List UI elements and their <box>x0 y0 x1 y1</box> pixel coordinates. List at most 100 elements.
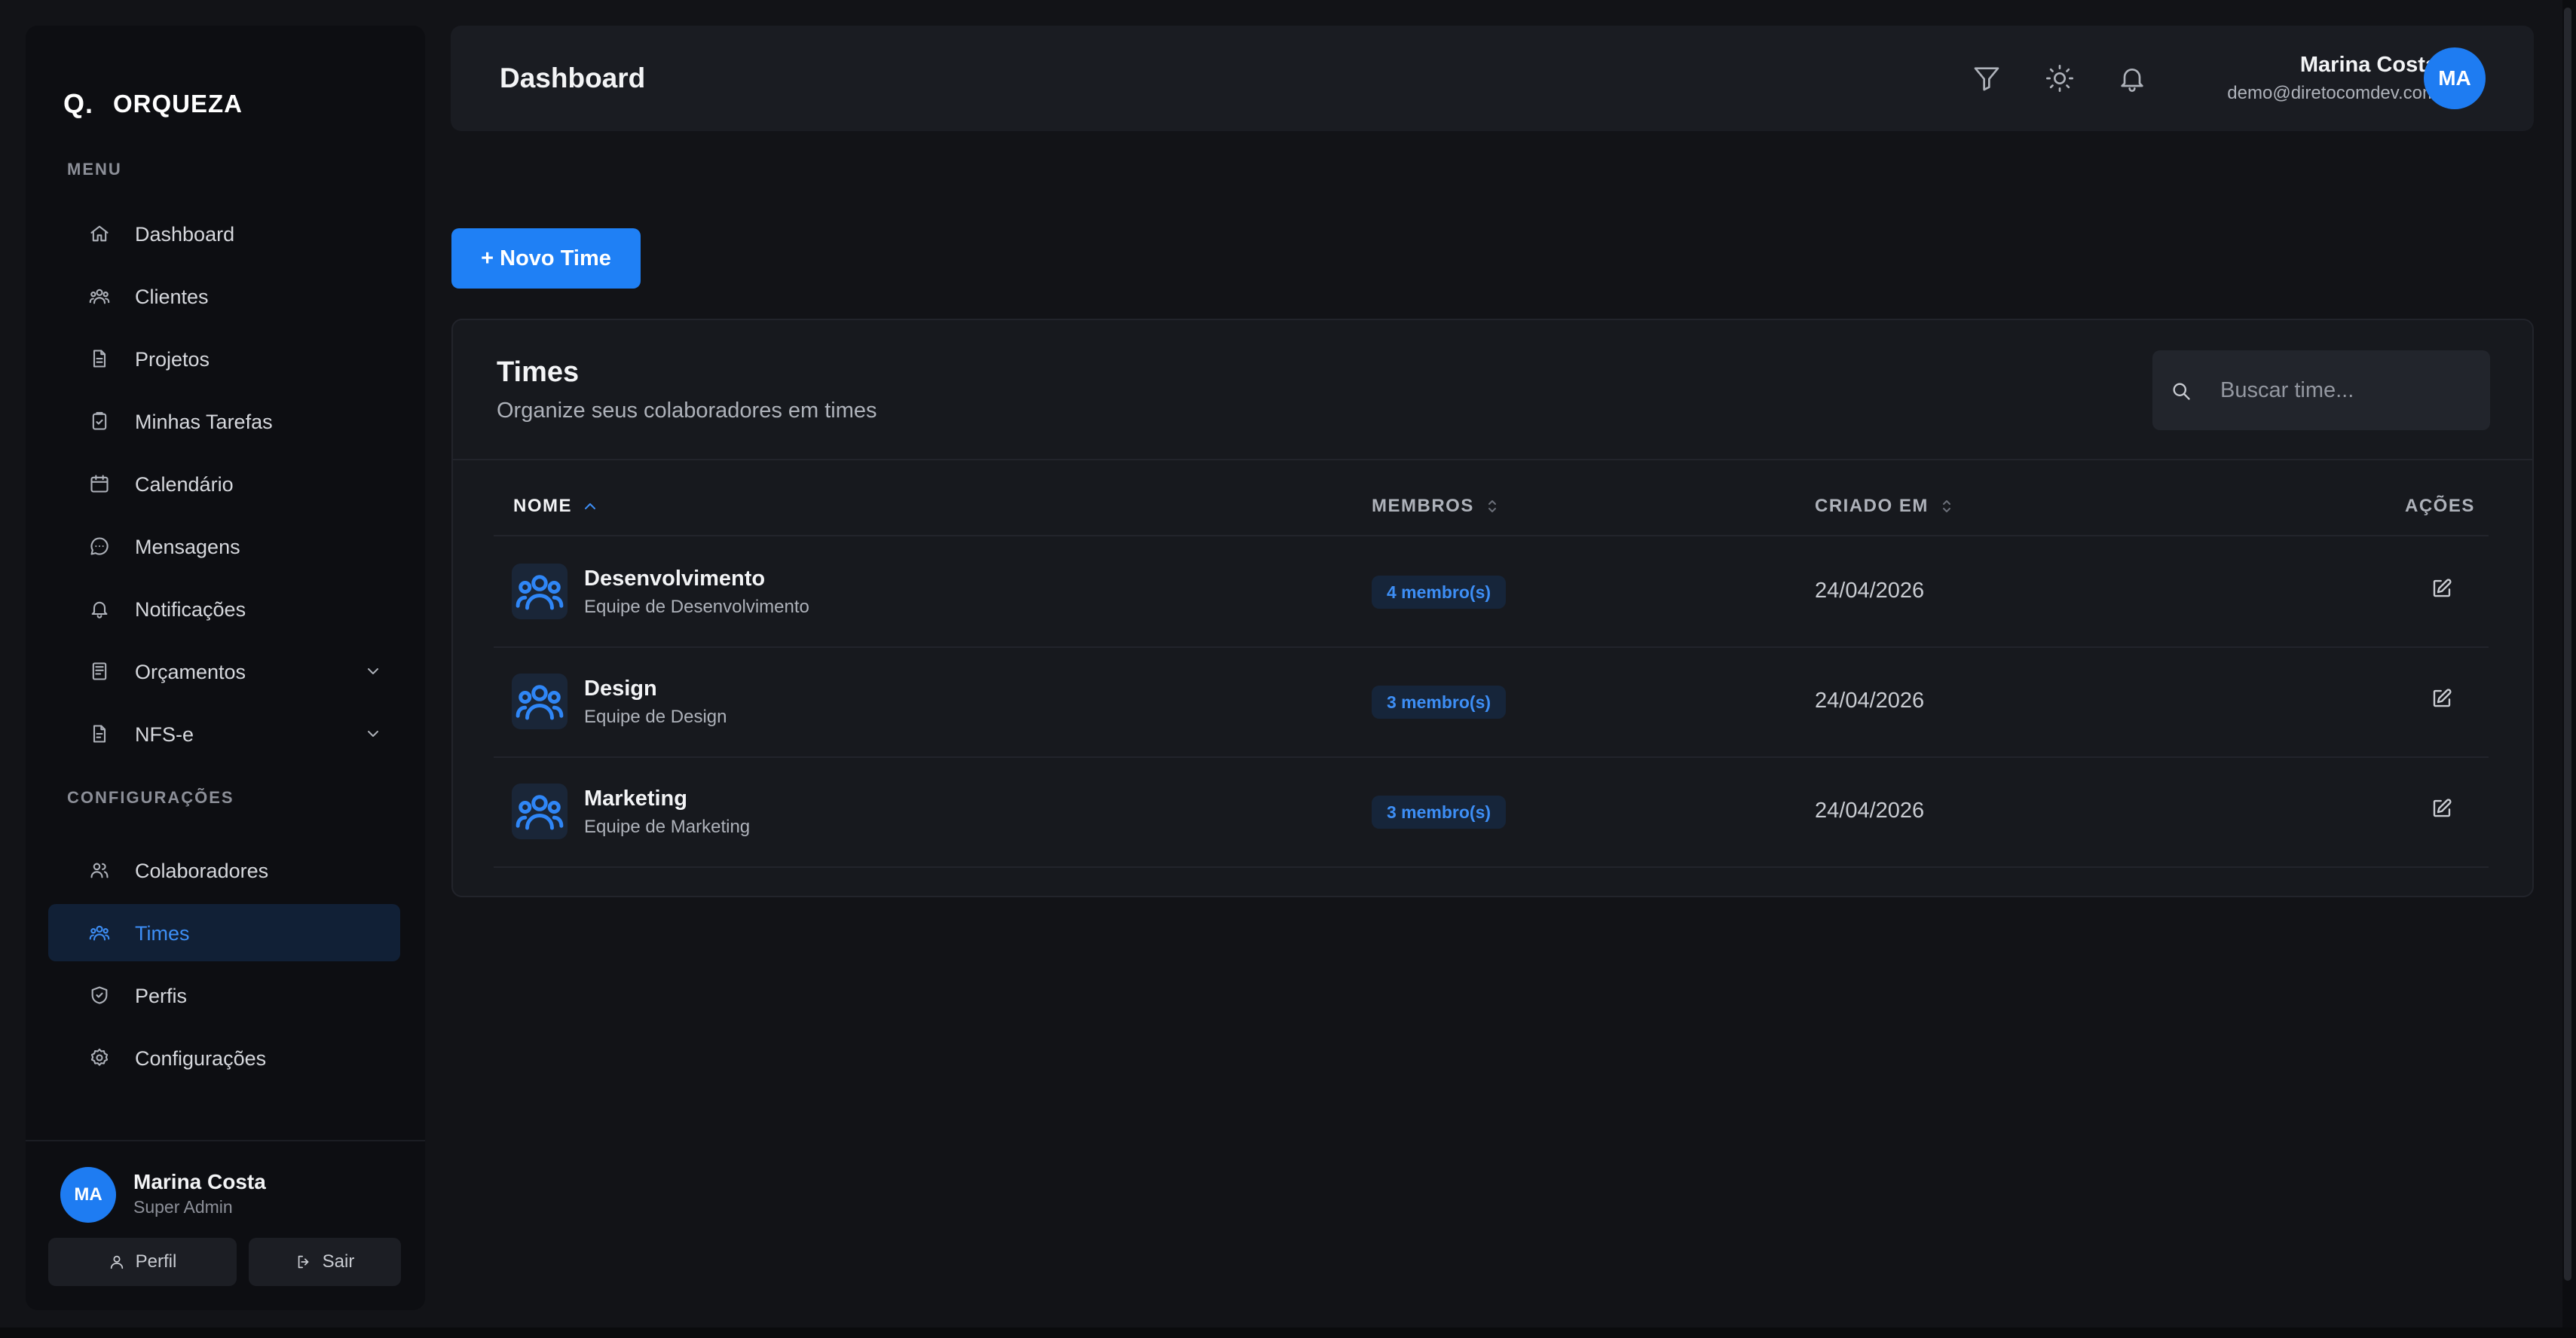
calendar-icon <box>89 473 110 494</box>
team-avatar <box>512 674 568 729</box>
profile-button[interactable]: Perfil <box>48 1238 237 1286</box>
bell-icon <box>89 598 110 619</box>
team-icon <box>89 922 110 943</box>
sidebar-item-dashboard[interactable]: Dashboard <box>48 205 400 262</box>
sidebar-item-configuracoes[interactable]: Configurações <box>48 1029 400 1086</box>
receipt-icon <box>89 661 110 682</box>
sidebar-item-projetos[interactable]: Projetos <box>48 330 400 387</box>
sidebar-item-label: Orçamentos <box>135 661 246 683</box>
sidebar-item-label: Perfis <box>135 985 188 1007</box>
sidebar-item-minhas-tarefas[interactable]: Minhas Tarefas <box>48 393 400 450</box>
sidebar-item-label: Clientes <box>135 286 209 308</box>
search-input[interactable] <box>2220 350 2477 430</box>
bell-icon[interactable] <box>2117 63 2147 93</box>
sidebar-item-label: Projetos <box>135 348 210 371</box>
sidebar-item-label: Mensagens <box>135 536 240 558</box>
column-header-acoes: AÇÕES <box>2405 496 2475 517</box>
table-row[interactable]: Marketing Equipe de Marketing 3 membro(s… <box>494 756 2489 866</box>
members-badge: 3 membro(s) <box>1372 686 1507 719</box>
logo-mark: Q. <box>63 88 94 119</box>
card-subtitle: Organize seus colaboradores em times <box>497 399 877 423</box>
sidebar-item-label: Colaboradores <box>135 860 269 882</box>
scrollbar-thumb[interactable] <box>2564 8 2571 1281</box>
sidebar-item-calendario[interactable]: Calendário <box>48 455 400 512</box>
column-header-label: NOME <box>513 496 572 516</box>
top-header: Dashboard Marina Costa demo@diretocomdev… <box>451 26 2534 131</box>
message-icon <box>89 536 110 557</box>
column-header-label: AÇÕES <box>2405 496 2475 516</box>
sidebar-item-perfis[interactable]: Perfis <box>48 967 400 1024</box>
column-header-nome[interactable]: NOME <box>513 496 598 517</box>
sidebar-item-notificacoes[interactable]: Notificações <box>48 580 400 637</box>
team-name: Marketing <box>584 787 687 811</box>
users-icon <box>89 286 110 307</box>
new-team-button[interactable]: + Novo Time <box>451 228 641 289</box>
edit-icon[interactable] <box>2431 577 2459 606</box>
column-header-label: MEMBROS <box>1372 496 1474 516</box>
team-description: Equipe de Desenvolvimento <box>584 597 809 617</box>
column-header-criado-em[interactable]: CRIADO EM <box>1815 496 1954 517</box>
edit-icon[interactable] <box>2431 687 2459 716</box>
chevron-down-icon[interactable] <box>364 725 382 743</box>
sidebar-user-panel: MA Marina Costa Super Admin Perfil Sair <box>26 1140 425 1310</box>
table-row[interactable]: Design Equipe de Design 3 membro(s) 24/0… <box>494 646 2489 756</box>
sidebar-item-label: Configurações <box>135 1047 267 1070</box>
members-badge: 4 membro(s) <box>1372 576 1507 609</box>
brand-logo[interactable]: Q. ORQUEZA <box>63 87 243 121</box>
sun-icon[interactable] <box>2045 63 2075 93</box>
team-avatar <box>512 564 568 619</box>
divider <box>494 866 2489 868</box>
document-icon <box>89 723 110 744</box>
home-icon <box>89 223 110 244</box>
table-row[interactable]: Desenvolvimento Equipe de Desenvolviment… <box>494 536 2489 646</box>
sidebar-user-role: Super Admin <box>133 1197 233 1217</box>
sidebar-item-clientes[interactable]: Clientes <box>48 267 400 325</box>
logout-icon <box>295 1254 312 1270</box>
column-header-label: CRIADO EM <box>1815 496 1929 516</box>
gear-icon <box>89 1047 110 1068</box>
window-bottom-edge <box>0 1327 2576 1338</box>
page-title: Dashboard <box>500 63 646 93</box>
sidebar-item-orcamentos[interactable]: Orçamentos <box>48 643 400 700</box>
logo-text: ORQUEZA <box>113 90 243 118</box>
divider <box>453 459 2532 460</box>
user-group-icon <box>89 860 110 881</box>
team-name: Design <box>584 677 657 701</box>
filter-icon[interactable] <box>1972 63 2002 93</box>
header-user-email: demo@diretocomdev.com <box>2227 83 2437 103</box>
column-header-membros[interactable]: MEMBROS <box>1372 496 1500 517</box>
search-box <box>2152 350 2490 430</box>
team-avatar <box>512 784 568 839</box>
profile-button-label: Perfil <box>135 1251 177 1272</box>
teams-card: Times Organize seus colaboradores em tim… <box>451 319 2534 897</box>
search-icon <box>2173 383 2190 400</box>
team-name: Desenvolvimento <box>584 567 766 591</box>
avatar[interactable]: MA <box>60 1167 116 1223</box>
members-badge: 3 membro(s) <box>1372 796 1507 829</box>
logout-button[interactable]: Sair <box>249 1238 401 1286</box>
created-date: 24/04/2026 <box>1815 689 1925 713</box>
avatar[interactable]: MA <box>2424 47 2486 109</box>
sidebar-user-name: Marina Costa <box>133 1170 266 1193</box>
edit-icon[interactable] <box>2431 797 2459 826</box>
team-description: Equipe de Marketing <box>584 817 751 837</box>
card-title: Times <box>497 356 580 388</box>
team-icon <box>516 795 564 830</box>
sidebar-item-label: NFS-e <box>135 723 194 746</box>
header-user-name: Marina Costa <box>2299 53 2437 77</box>
clipboard-check-icon <box>89 411 110 432</box>
sidebar-item-colaboradores[interactable]: Colaboradores <box>48 842 400 899</box>
sidebar-item-label: Dashboard <box>135 223 235 246</box>
chevron-down-icon[interactable] <box>364 662 382 680</box>
sidebar-item-label: Notificações <box>135 598 246 621</box>
sidebar-item-nfse[interactable]: NFS-e <box>48 705 400 762</box>
sidebar-item-times[interactable]: Times <box>48 904 400 961</box>
logout-button-label: Sair <box>322 1251 355 1272</box>
sidebar-item-label: Calendário <box>135 473 234 496</box>
sidebar-item-mensagens[interactable]: Mensagens <box>48 518 400 575</box>
file-icon <box>89 348 110 369</box>
sort-icon <box>1488 500 1496 512</box>
sidebar: Q. ORQUEZA MENU Dashboard Clientes Proje… <box>26 26 425 1310</box>
team-icon <box>516 685 564 720</box>
sidebar-item-label: Minhas Tarefas <box>135 411 273 433</box>
